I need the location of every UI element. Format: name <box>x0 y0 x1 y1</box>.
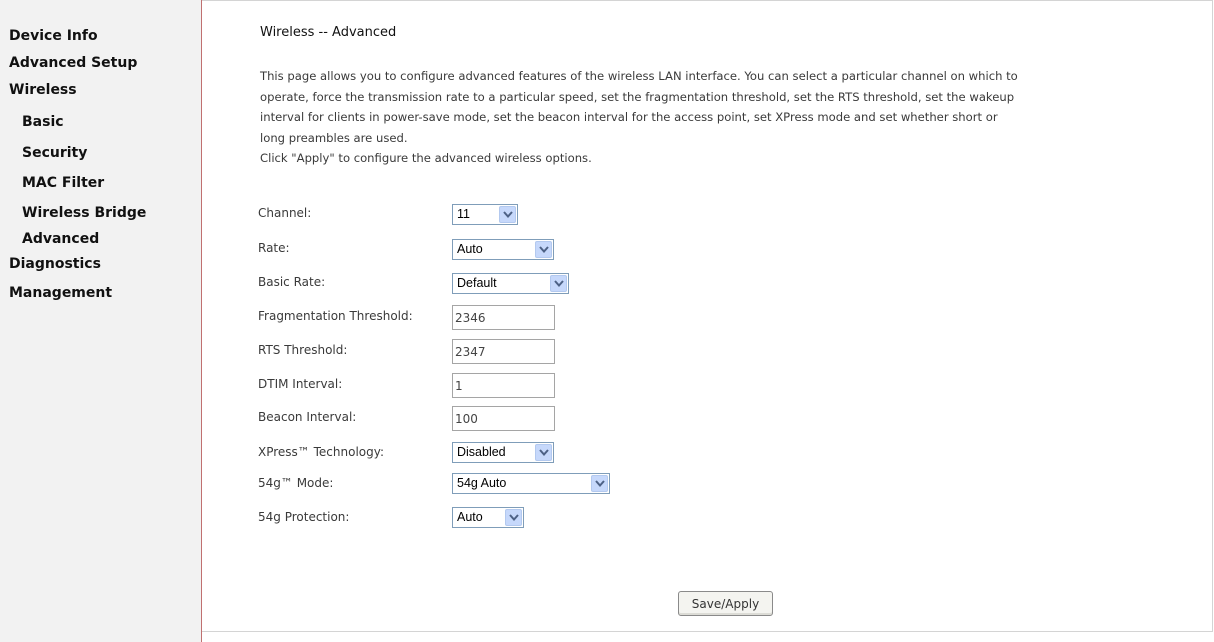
chevron-down-icon[interactable] <box>550 275 567 292</box>
chevron-down-icon[interactable] <box>535 241 552 258</box>
basic-rate-value: Default <box>457 276 497 290</box>
sidebar-item-basic[interactable]: Basic <box>22 114 64 130</box>
description-line-4: long preambles are used. <box>260 131 408 145</box>
description-line-3: interval for clients in power-save mode,… <box>260 110 998 124</box>
xpress-technology-label: XPress™ Technology: <box>258 445 385 459</box>
rate-label: Rate: <box>258 241 290 255</box>
description-line-2: operate, force the transmission rate to … <box>260 90 1015 104</box>
54g-protection-value: Auto <box>457 510 483 524</box>
sidebar-item-security[interactable]: Security <box>22 145 87 161</box>
chevron-down-icon[interactable] <box>499 206 516 223</box>
rate-select[interactable]: Auto <box>452 239 554 260</box>
channel-value: 11 <box>457 207 470 221</box>
54g-protection-label: 54g Protection: <box>258 510 350 524</box>
sidebar-item-device-info[interactable]: Device Info <box>9 28 98 44</box>
channel-select[interactable]: 11 <box>452 204 518 225</box>
rate-value: Auto <box>457 242 483 256</box>
54g-mode-select[interactable]: 54g Auto <box>452 473 610 494</box>
rts-threshold-input[interactable] <box>452 339 555 364</box>
description-line-1: This page allows you to configure advanc… <box>260 69 1018 83</box>
54g-protection-select[interactable]: Auto <box>452 507 524 528</box>
chevron-down-icon[interactable] <box>505 509 522 526</box>
rts-threshold-label: RTS Threshold: <box>258 343 348 357</box>
sidebar-item-advanced[interactable]: Advanced <box>22 231 99 247</box>
xpress-technology-select[interactable]: Disabled <box>452 442 554 463</box>
dtim-interval-label: DTIM Interval: <box>258 377 343 391</box>
channel-label: Channel: <box>258 206 312 220</box>
54g-mode-value: 54g Auto <box>457 476 507 490</box>
sidebar-item-wireless-bridge[interactable]: Wireless Bridge <box>22 205 146 221</box>
sidebar-item-management[interactable]: Management <box>9 285 112 301</box>
fragmentation-threshold-label: Fragmentation Threshold: <box>258 309 413 323</box>
description-line-5: Click "Apply" to configure the advanced … <box>260 151 592 165</box>
save-apply-button[interactable]: Save/Apply <box>678 591 773 616</box>
54g-mode-label: 54g™ Mode: <box>258 476 334 490</box>
sidebar-nav: Device Info Advanced Setup Wireless Basi… <box>0 0 202 642</box>
fragmentation-threshold-input[interactable] <box>452 305 555 330</box>
sidebar-item-diagnostics[interactable]: Diagnostics <box>9 256 101 272</box>
sidebar-item-mac-filter[interactable]: MAC Filter <box>22 175 104 191</box>
xpress-technology-value: Disabled <box>457 445 506 459</box>
basic-rate-select[interactable]: Default <box>452 273 569 294</box>
page-title: Wireless -- Advanced <box>260 25 397 40</box>
beacon-interval-input[interactable] <box>452 406 555 431</box>
chevron-down-icon[interactable] <box>591 475 608 492</box>
sidebar-item-wireless[interactable]: Wireless <box>9 82 77 98</box>
basic-rate-label: Basic Rate: <box>258 275 326 289</box>
dtim-interval-input[interactable] <box>452 373 555 398</box>
chevron-down-icon[interactable] <box>535 444 552 461</box>
sidebar-item-advanced-setup[interactable]: Advanced Setup <box>9 55 137 71</box>
beacon-interval-label: Beacon Interval: <box>258 410 357 424</box>
